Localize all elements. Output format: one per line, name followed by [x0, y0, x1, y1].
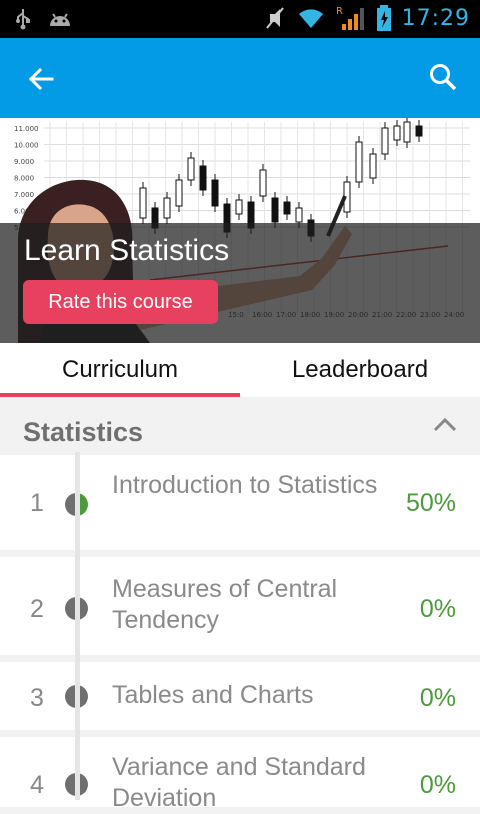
tab-leaderboard[interactable]: Leaderboard	[240, 343, 480, 397]
battery-icon	[376, 5, 391, 31]
signal-flag: R	[336, 6, 343, 17]
search-icon[interactable]	[428, 62, 458, 92]
section-header[interactable]: Statistics	[0, 397, 480, 457]
lesson-title: Tables and Charts	[112, 681, 314, 709]
tab-curriculum[interactable]: Curriculum	[0, 343, 240, 397]
clock: 17:29	[401, 5, 470, 31]
chart-y-tick: 9.000	[14, 158, 34, 166]
candle-body	[211, 179, 219, 207]
course-title: Learn Statistics	[24, 234, 230, 267]
candle-body	[271, 197, 279, 223]
chart-y-tick: 10.000	[14, 142, 39, 150]
candle-body	[187, 157, 195, 181]
status-bar: R 17:29	[0, 0, 480, 38]
candle-body	[381, 127, 389, 155]
lesson-number: 3	[30, 684, 44, 712]
app-bar	[0, 38, 480, 118]
tab-bar: Curriculum Leaderboard	[0, 343, 480, 397]
lesson-title: Variance and Standard Deviation	[112, 753, 366, 812]
lesson-title: Measures of Central Tendency	[112, 575, 338, 634]
candle-body	[163, 197, 171, 219]
curriculum-list: Statistics 1 Introduction to Statistics …	[0, 397, 480, 812]
lesson-progress: 0%	[419, 771, 456, 799]
lesson-progress: 0%	[419, 684, 456, 712]
candle-body	[283, 201, 291, 215]
lesson-item[interactable]: 2 Measures of Central Tendency 0%	[0, 557, 480, 655]
candle-body	[415, 125, 423, 137]
lesson-item[interactable]: 3 Tables and Charts 0%	[0, 662, 480, 730]
chart-y-tick: 11.000	[14, 125, 39, 133]
chevron-up-icon[interactable]	[432, 415, 458, 435]
lesson-number: 1	[30, 489, 44, 517]
candle-body	[199, 165, 207, 191]
lesson-title: Introduction to Statistics	[112, 471, 378, 499]
lesson-item[interactable]: 1 Introduction to Statistics 50%	[0, 455, 480, 550]
lesson-number: 2	[30, 595, 44, 623]
arrow-left-icon[interactable]	[26, 64, 56, 94]
candle-body	[139, 187, 147, 219]
android-icon	[50, 13, 70, 26]
course-hero: 11.00010.0009.0008.0007.0006.0005.000 15…	[0, 118, 480, 343]
candle-body	[175, 179, 183, 207]
lesson-item[interactable]: 4 Variance and Standard Deviation 0%	[0, 737, 480, 812]
wifi-icon	[298, 9, 323, 28]
section-title: Statistics	[23, 417, 144, 447]
lesson-progress: 0%	[419, 595, 456, 623]
timeline-line	[75, 452, 80, 800]
candle-body	[295, 207, 303, 223]
rate-course-button[interactable]: Rate this course	[23, 280, 218, 324]
chart-y-tick: 7.000	[14, 191, 34, 199]
lesson-number: 4	[30, 771, 44, 799]
candle-body	[369, 153, 377, 179]
chart-y-tick: 8.000	[14, 175, 34, 183]
candle-body	[403, 121, 411, 143]
mute-icon	[265, 7, 284, 29]
signal-icon: R	[336, 6, 364, 30]
usb-icon	[16, 9, 30, 30]
candle-body	[393, 125, 401, 141]
candle-body	[235, 199, 243, 215]
candle-body	[355, 141, 363, 183]
lesson-progress: 50%	[405, 489, 456, 517]
candle-body	[259, 169, 267, 197]
